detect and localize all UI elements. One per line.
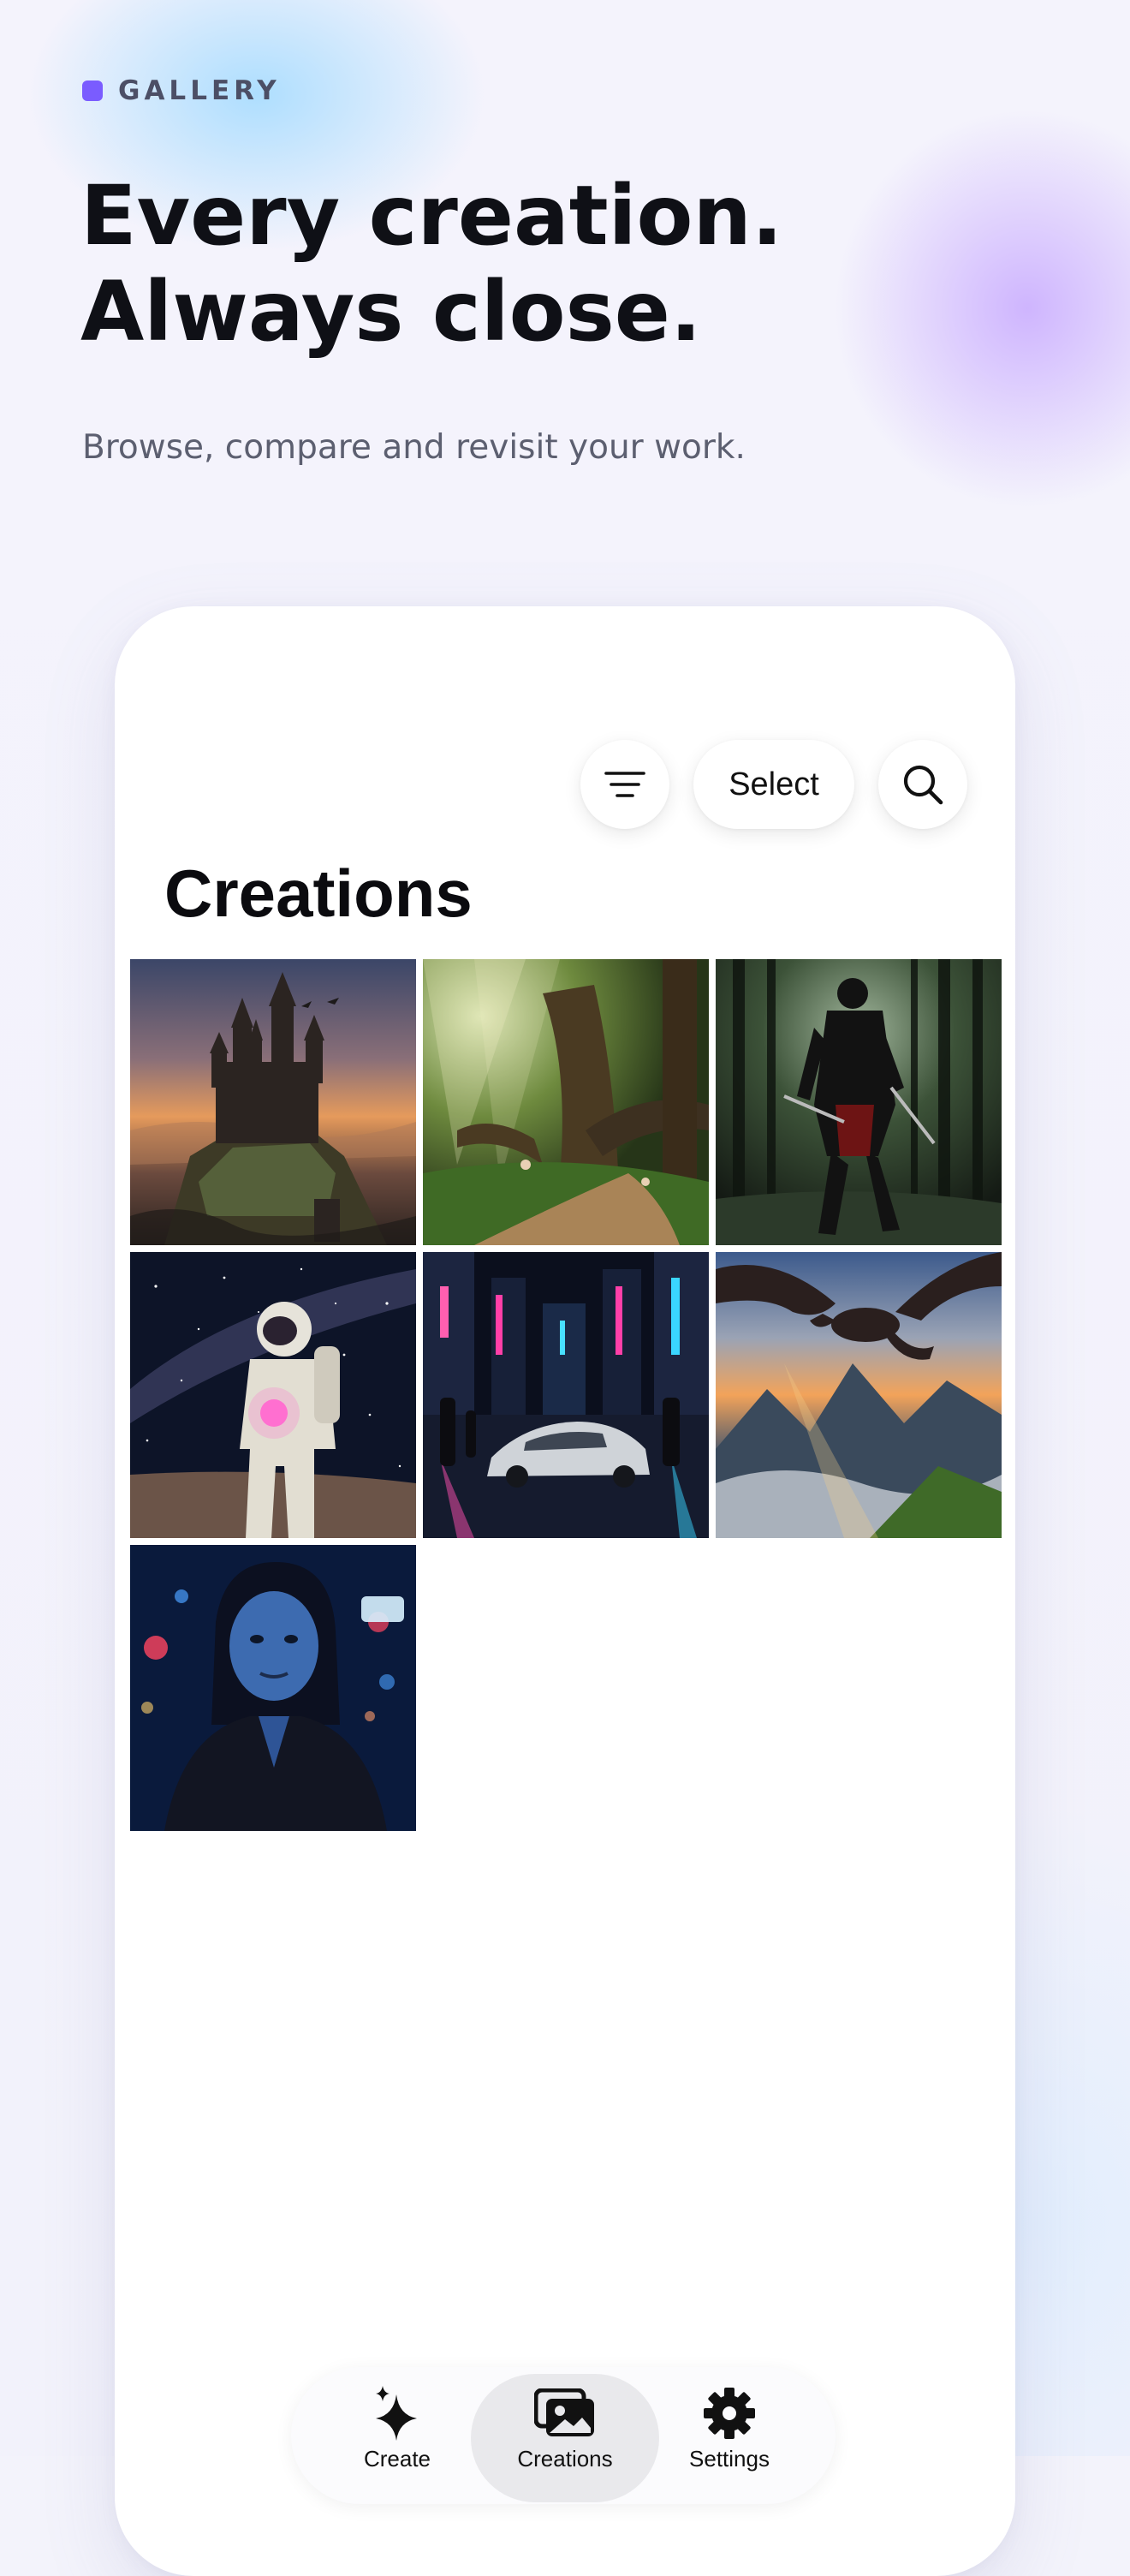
select-button-label: Select (729, 766, 819, 802)
creation-thumbnail-samurai[interactable] (716, 959, 1002, 1245)
tab-settings-label: Settings (689, 2446, 770, 2472)
filter-lines-icon (604, 772, 645, 797)
headline-line-2: Always close. (80, 264, 702, 360)
eyebrow-dot (82, 80, 103, 101)
photos-icon (534, 2388, 594, 2436)
phone-frame: Select Creations Create Creations Settin… (115, 606, 1015, 2576)
castle-image (130, 959, 416, 1245)
creation-thumbnail-dragon[interactable] (716, 1252, 1002, 1538)
headline-line-1: Every creation. (80, 168, 783, 264)
eyebrow-label: GALLERY (118, 75, 281, 106)
samurai-image (716, 959, 1002, 1245)
car-image (423, 1252, 709, 1538)
gear-icon (704, 2388, 755, 2439)
dragon-image (716, 1252, 1002, 1538)
tab-creations[interactable]: Creations (471, 2374, 659, 2502)
creations-grid (130, 959, 1002, 1833)
eyebrow: GALLERY (82, 75, 281, 106)
page-title: Creations (164, 856, 473, 931)
creation-thumbnail-portrait[interactable] (130, 1545, 416, 1831)
magnifier-icon (903, 765, 943, 805)
subhead: Browse, compare and revisit your work. (82, 428, 746, 467)
creation-thumbnail-astronaut[interactable] (130, 1252, 416, 1538)
forest-image (423, 959, 709, 1245)
tab-bar: Create Creations Settings (291, 2367, 836, 2504)
headline: Every creation. Always close. (80, 168, 782, 360)
tab-settings[interactable]: Settings (644, 2374, 815, 2502)
creation-thumbnail-castle[interactable] (130, 959, 416, 1245)
tab-create-label: Create (363, 2446, 431, 2472)
search-button[interactable] (878, 740, 967, 829)
tab-creations-label: Creations (517, 2446, 613, 2472)
tab-create[interactable]: Create (312, 2374, 483, 2502)
filter-button[interactable] (580, 740, 669, 829)
portrait-image (130, 1545, 416, 1831)
sparkle-icon (376, 2386, 417, 2441)
select-button[interactable]: Select (693, 740, 854, 829)
astronaut-image (130, 1252, 416, 1538)
creation-thumbnail-forest[interactable] (423, 959, 709, 1245)
creation-thumbnail-car[interactable] (423, 1252, 709, 1538)
